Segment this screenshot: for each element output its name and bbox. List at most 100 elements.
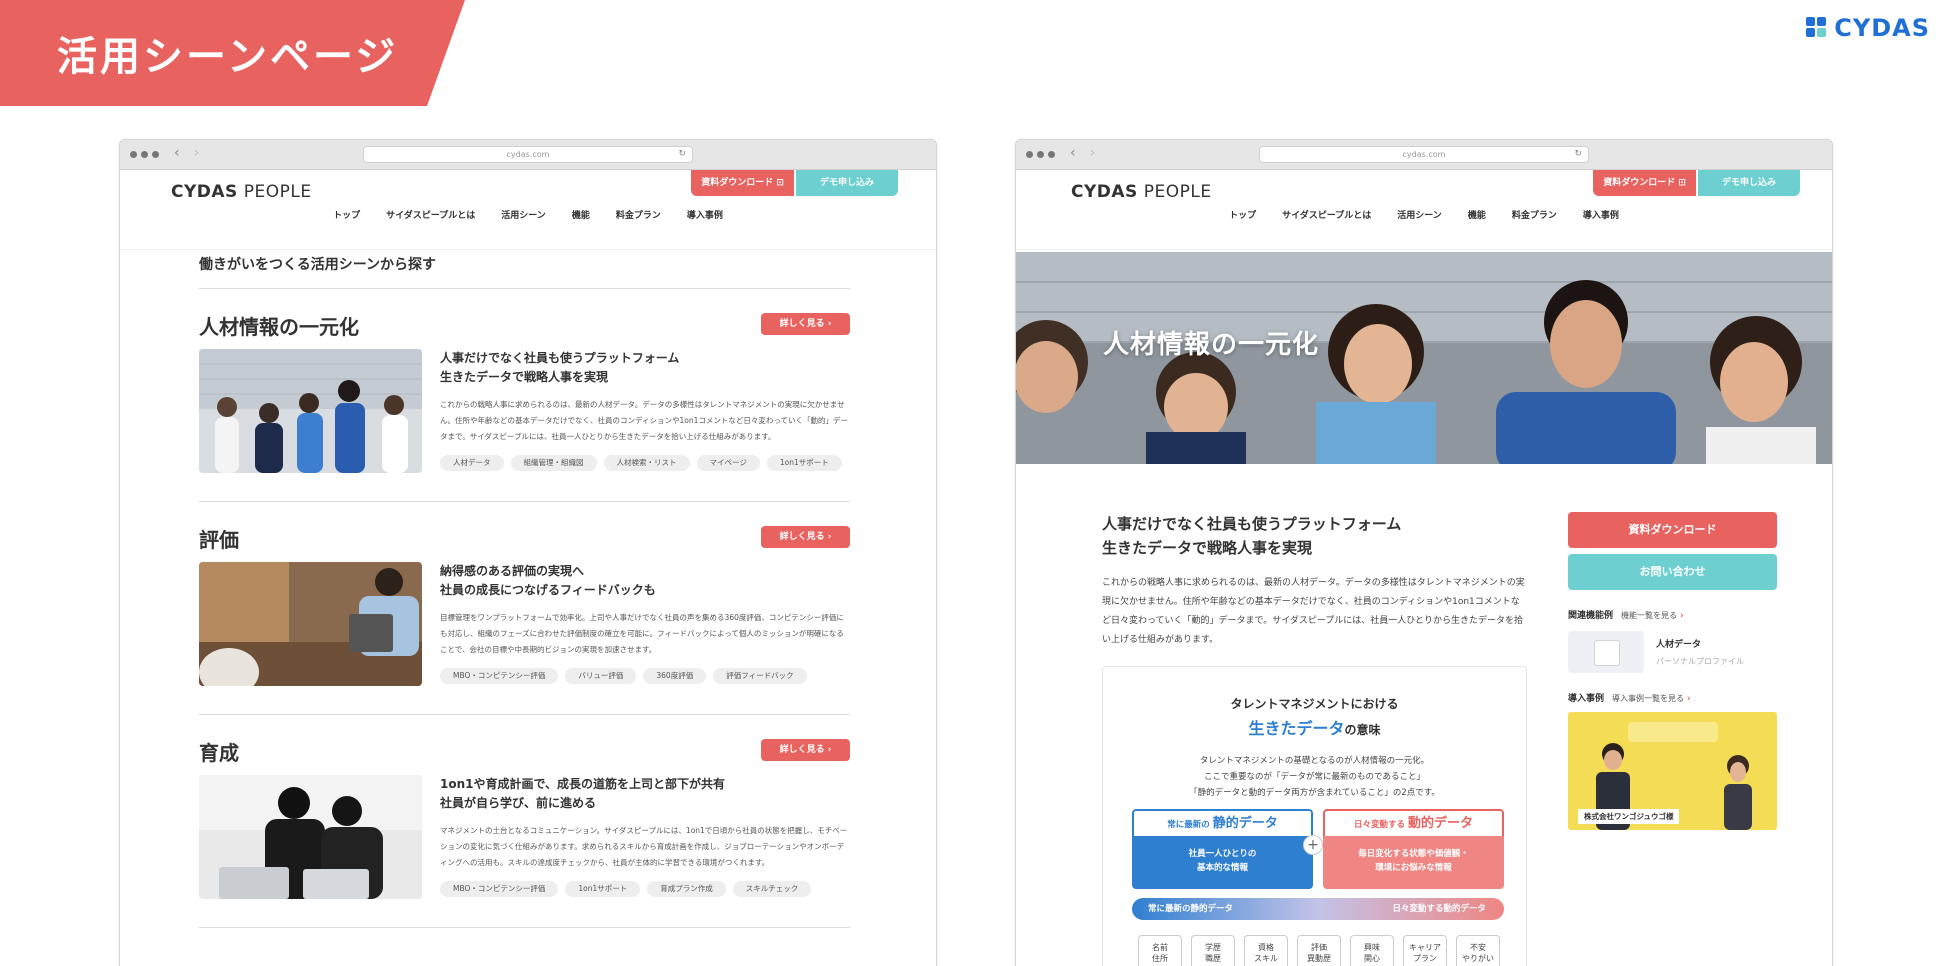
back-arrow-icon[interactable]: ‹ [174,145,180,161]
tag[interactable]: 人材データ [440,455,504,471]
browser-window-right: ‹ › cydas.com ↻ CYDAS PEOPLE 資料ダウンロード ⊡ … [1015,139,1833,966]
more-button[interactable]: 詳しく見る › [761,313,850,335]
url-text: cydas.com [1402,150,1446,159]
scene-title: 育成 [199,741,239,765]
tag[interactable]: 1on1サポート [766,455,842,471]
tag[interactable]: MBO・コンピテンシー評価 [440,668,559,684]
tag[interactable]: 評価フィードバック [713,668,807,684]
nav-item-pricing[interactable]: 料金プラン [1512,208,1557,221]
nav-item-cases[interactable]: 導入事例 [687,208,723,221]
chevron-right-icon: › [1687,694,1691,704]
site-logo[interactable]: CYDAS PEOPLE [171,182,312,202]
living-data-card: タレントマネジメントにおける 生きたデータの意味 タレントマネジメントの基礎とな… [1102,666,1527,966]
site-logo[interactable]: CYDAS PEOPLE [1071,182,1212,202]
scene-page-slide: 活用シーンページ CYDAS ‹ › cydas.com ↻ CYDAS PEO… [0,0,1950,966]
case-study-label: 導入事例 導入事例一覧を見る › [1568,694,1691,704]
tag[interactable]: スキルチェック [732,881,812,897]
detail-body: これからの戦略人事に求められるのは、最新の人材データ。データの多様性はタレントマ… [1102,578,1525,645]
scene-list: 働きがいをつくる活用シーンから探す 人材情報の一元化 詳しく見る › 人事だけで… [199,254,850,928]
nav-item-features[interactable]: 機能 [1468,208,1486,221]
tag[interactable]: 人材検索・リスト [603,455,690,471]
scene-title: 評価 [199,528,239,552]
scene-card: 評価 詳しく見る › 納得感のある評価の実現へ 社員の成長につなげるフィードバック… [199,502,850,715]
nav-item-scenes[interactable]: 活用シーン [501,208,546,221]
reload-icon[interactable]: ↻ [678,147,686,162]
window-controls[interactable] [130,151,159,158]
sidebar-download-button[interactable]: 資料ダウンロード [1568,512,1777,548]
nav-item-about[interactable]: サイダスピープルとは [1282,208,1371,221]
feature-sub: パーソナルプロファイル [1656,657,1744,666]
data-chip: 学歴 職歴 [1191,935,1235,966]
tag-list: MBO・コンピテンシー評価 1on1サポート 育成プラン作成 スキルチェック [440,881,850,897]
more-button[interactable]: 詳しく見る › [761,739,850,761]
browser-chrome: ‹ › cydas.com ↻ [1016,140,1832,170]
scene-detail: 人事だけでなく社員も使うプラットフォーム 生きたデータで戦略人事を実現 これからの… [1102,512,1527,966]
profile-icon [1568,631,1644,673]
hero-image: 人材情報の一元化 [1016,252,1832,464]
brand-logo: CYDAS [1806,14,1930,42]
dynamic-data-box: 日々変動する 動的データ 毎日変化する状態や価値観・ 環境にお悩みな情報 [1323,809,1504,889]
tag[interactable]: 360度評価 [643,668,707,684]
nav-item-top[interactable]: トップ [333,208,360,221]
data-chip: 不安 やりがい [1456,935,1500,966]
browser-chrome: ‹ › cydas.com ↻ [120,140,936,170]
data-chip-row: 名前 住所 学歴 職歴 資格 スキル 評価 異動歴 興味 関心 キャリア プラン… [1138,935,1500,966]
nav-item-scenes[interactable]: 活用シーン [1397,208,1442,221]
scene-card: 人材情報の一元化 詳しく見る › 人事だけでなく社員も使うプラットフォーム 生き… [199,289,850,502]
scene-body: これからの戦略人事に求められるのは、最新の人材データ。データの多様性はタレントマ… [440,400,848,441]
window-controls[interactable] [1026,151,1055,158]
data-chip: キャリア プラン [1403,935,1447,966]
case-list-link[interactable]: 導入事例一覧を見る [1612,694,1684,703]
scene-card: 育成 詳しく見る › 1on1や育成計画で、成長の道筋を上司と部下が共有 社員が自… [199,715,850,928]
banner-title: 活用シーンページ [57,34,399,80]
site-header: CYDAS PEOPLE 資料ダウンロード ⊡ デモ申し込み トップ サイダスピ… [1016,170,1832,250]
data-gradient-bar: 常に最新の静的データ 日々変動する動的データ [1132,898,1504,920]
related-feature-item[interactable]: 人材データ パーソナルプロファイル [1568,631,1777,673]
scene-lead: 1on1や育成計画で、成長の道筋を上司と部下が共有 社員が自ら学び、前に進める [440,777,726,810]
back-arrow-icon[interactable]: ‹ [1070,145,1076,161]
more-button[interactable]: 詳しく見る › [761,526,850,548]
url-bar[interactable]: cydas.com ↻ [363,146,693,163]
url-bar[interactable]: cydas.com ↻ [1259,146,1589,163]
feature-name: 人材データ [1656,640,1702,650]
tag[interactable]: 組織管理・組織図 [510,455,597,471]
download-button[interactable]: 資料ダウンロード ⊡ [691,170,794,196]
scene-lead: 人事だけでなく社員も使うプラットフォーム 生きたデータで戦略人事を実現 [440,351,680,384]
scene-photo[interactable] [199,562,422,686]
data-chip: 名前 住所 [1138,935,1182,966]
scene-body: 目標管理をワンプラットフォームで効率化。上司や人事だけでなく社員の声を集める36… [440,613,844,654]
tag[interactable]: 1on1サポート [565,881,641,897]
download-button[interactable]: 資料ダウンロード ⊡ [1593,170,1696,196]
tag[interactable]: MBO・コンピテンシー評価 [440,881,559,897]
sidebar-contact-button[interactable]: お問い合わせ [1568,554,1777,590]
demo-button[interactable]: デモ申し込み [1697,170,1800,196]
global-nav: トップ サイダスピープルとは 活用シーン 機能 料金プラン 導入事例 [120,208,936,221]
scene-photo[interactable] [199,775,422,899]
data-chip: 興味 関心 [1350,935,1394,966]
case-company: 株式会社ワンゴジュウゴ様 [1578,809,1680,824]
scene-title: 人材情報の一元化 [199,315,359,339]
hero-title: 人材情報の一元化 [1103,330,1320,360]
nav-item-pricing[interactable]: 料金プラン [616,208,661,221]
nav-item-top[interactable]: トップ [1229,208,1256,221]
scene-photo[interactable] [199,349,422,473]
tag[interactable]: マイページ [696,455,760,471]
plus-icon: + [1303,835,1323,855]
demo-button[interactable]: デモ申し込み [795,170,898,196]
nav-item-cases[interactable]: 導入事例 [1583,208,1619,221]
case-study-card[interactable]: 株式会社ワンゴジュウゴ様 [1568,712,1777,830]
tag[interactable]: 育成プラン作成 [647,881,726,897]
nav-arrows[interactable]: ‹ › [1070,145,1095,161]
tag[interactable]: バリュー評価 [565,668,637,684]
card-subtitle: 生きたデータの意味 [1248,719,1381,738]
forward-arrow-icon[interactable]: › [194,145,200,161]
forward-arrow-icon[interactable]: › [1090,145,1096,161]
features-list-link[interactable]: 機能一覧を見る [1621,611,1677,620]
reload-icon[interactable]: ↻ [1574,147,1582,162]
tag-list: 人材データ 組織管理・組織図 人材検索・リスト マイページ 1on1サポート [440,455,850,471]
nav-item-features[interactable]: 機能 [572,208,590,221]
nav-arrows[interactable]: ‹ › [174,145,199,161]
url-text: cydas.com [506,150,550,159]
nav-item-about[interactable]: サイダスピープルとは [386,208,475,221]
brand-name: CYDAS [1834,14,1930,42]
